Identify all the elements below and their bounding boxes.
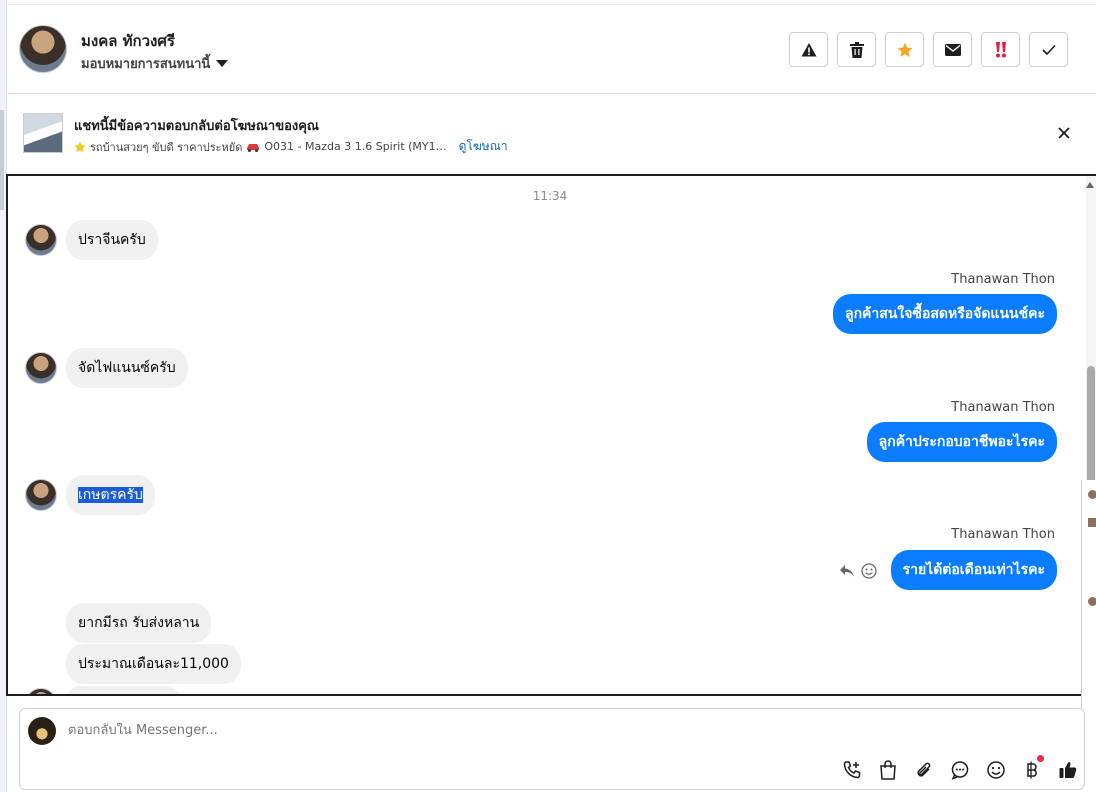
message-hover-tools	[839, 563, 877, 579]
outgoing-message[interactable]: ลูกค้าสนใจซื้อสดหรือจัดแนนช์คะ	[833, 294, 1057, 334]
attach-button[interactable]	[911, 757, 936, 782]
sender-name: Thanawan Thon	[951, 272, 1055, 287]
baht-icon	[1026, 761, 1037, 778]
incoming-message[interactable]: จัดไฟแนนซ์ครับ	[66, 348, 188, 388]
view-ad-link[interactable]: ดูโฆษณา	[459, 137, 508, 156]
peek-avatar	[1088, 597, 1096, 606]
incoming-message[interactable]: ยากมีรถ รับส่งหลาน	[66, 603, 212, 643]
incoming-message[interactable]: ปราจีนครับ	[66, 220, 158, 260]
page-avatar	[28, 717, 56, 745]
call-add-icon	[843, 760, 860, 778]
close-banner-button[interactable]	[1054, 123, 1074, 143]
mark-urgent-button[interactable]	[981, 32, 1020, 67]
report-button[interactable]	[789, 32, 828, 67]
banner-subtitle: รถบ้านสวยๆ ขับดี ราคาประหยัด O031 - Mazd…	[74, 137, 508, 156]
message-thread[interactable]: 11:34 ปราจีนครับ Thanawan Thon ลูกค้าสนใ…	[6, 174, 1096, 696]
left-scroll-indicator[interactable]	[0, 110, 4, 210]
like-button[interactable]	[1055, 757, 1080, 782]
warning-icon	[801, 42, 816, 56]
close-icon	[1058, 127, 1070, 139]
shopping-bag-icon	[879, 759, 896, 780]
notification-dot	[1037, 755, 1044, 762]
car-icon	[247, 143, 260, 152]
header-actions	[789, 32, 1068, 67]
timestamp: 11:34	[532, 189, 568, 203]
ad-thumbnail[interactable]	[23, 113, 63, 153]
call-button[interactable]	[839, 757, 864, 782]
ad-reply-banner: แชทนี้มีข้อความตอบกลับต่อโฆษณาของคุณ รถบ…	[8, 95, 1096, 173]
mark-unread-button[interactable]	[933, 32, 972, 67]
star-icon	[74, 140, 86, 152]
chat-bubble-icon	[951, 760, 968, 780]
sender-name: Thanawan Thon	[951, 400, 1055, 415]
selected-text[interactable]: เกษตรครับ	[78, 487, 143, 503]
outgoing-message[interactable]: ลูกค้าประกอบอาชีพอะไรคะ	[866, 422, 1057, 462]
thumbs-up-icon	[1059, 761, 1076, 778]
contact-avatar-small[interactable]	[25, 688, 57, 694]
react-emoji-icon[interactable]	[861, 563, 877, 579]
trash-icon	[849, 41, 864, 58]
incoming-message[interactable]: ประมาณเดือนละ11,000	[66, 644, 241, 684]
emoji-button[interactable]	[983, 757, 1008, 782]
conversation-header: มงคล ทักวงศรี มอบหมายการสนทนานี้	[8, 4, 1096, 94]
car-text: O031 - Mazda 3 1.6 Spirit (MY1…	[264, 140, 447, 153]
assign-label: มอบหมายการสนทนานี้	[81, 57, 211, 72]
payment-button[interactable]	[1019, 755, 1044, 782]
incoming-message-selected[interactable]: เกษตรครับ	[66, 475, 155, 515]
peek-thumbnail	[1088, 518, 1096, 527]
reply-input[interactable]	[68, 723, 968, 738]
mail-icon	[944, 43, 961, 56]
composer-toolbar	[839, 755, 1080, 782]
contact-avatar-small[interactable]	[25, 352, 57, 384]
scroll-up-arrow-icon[interactable]	[1086, 182, 1094, 188]
outgoing-message[interactable]: รายได้ต่อเดือนเท่าไรคะ	[890, 550, 1057, 590]
delete-button[interactable]	[837, 32, 876, 67]
inbox-page: มงคล ทักวงศรี มอบหมายการสนทนานี้ แชทนี้ม…	[0, 0, 1096, 792]
assign-conversation-dropdown[interactable]: มอบหมายการสนทนานี้	[81, 53, 229, 74]
check-icon	[1041, 44, 1056, 55]
contact-avatar[interactable]	[19, 25, 67, 73]
contact-name[interactable]: มงคล ทักวงศรี	[81, 29, 175, 53]
peek-avatar	[1088, 490, 1096, 499]
star-icon	[896, 42, 913, 57]
incoming-message-partial[interactable]	[66, 686, 181, 694]
sender-name: Thanawan Thon	[951, 527, 1055, 542]
double-exclamation-icon	[995, 41, 1006, 57]
contact-avatar-small[interactable]	[25, 479, 57, 511]
saved-replies-button[interactable]	[947, 757, 972, 782]
ad-text: รถบ้านสวยๆ ขับดี ราคาประหยัด	[90, 140, 243, 154]
shop-button[interactable]	[875, 757, 900, 782]
banner-title: แชทนี้มีข้อความตอบกลับต่อโฆษณาของคุณ	[74, 119, 319, 134]
emoji-icon	[986, 760, 1005, 779]
scroll-thumb[interactable]	[1087, 366, 1095, 486]
star-button[interactable]	[885, 32, 924, 67]
contact-avatar-small[interactable]	[25, 224, 57, 256]
mark-done-button[interactable]	[1029, 32, 1068, 67]
reply-composer	[19, 708, 1085, 790]
reply-icon[interactable]	[839, 564, 855, 578]
paperclip-icon	[916, 762, 930, 777]
caret-down-icon	[216, 60, 229, 67]
